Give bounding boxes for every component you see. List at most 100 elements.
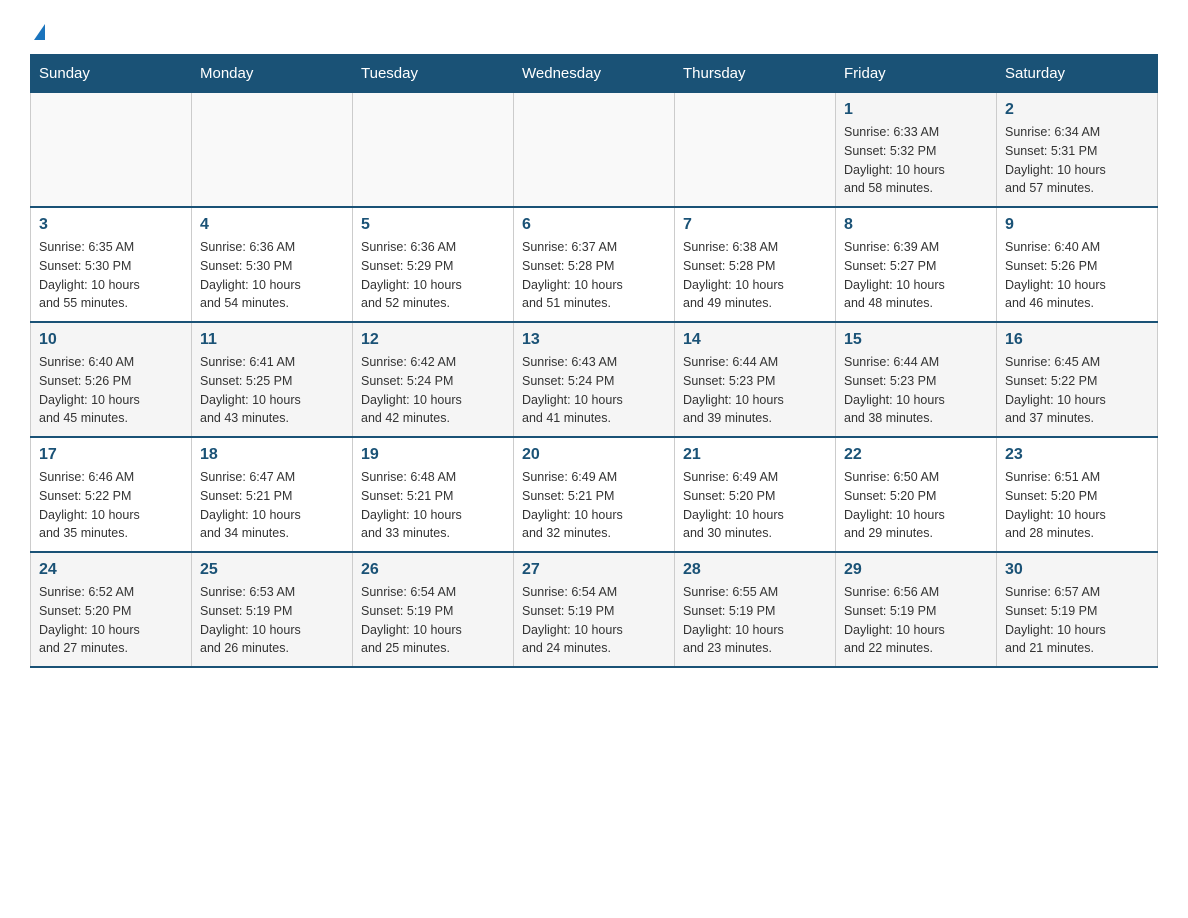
calendar-week-row: 10 Sunrise: 6:40 AMSunset: 5:26 PMDayligh… xyxy=(31,322,1158,437)
day-number: 28 xyxy=(683,561,827,579)
header-cell-thursday: Thursday xyxy=(675,55,836,93)
calendar-cell xyxy=(514,93,675,208)
day-number: 24 xyxy=(39,561,183,579)
day-number: 29 xyxy=(844,561,988,579)
header-cell-tuesday: Tuesday xyxy=(353,55,514,93)
calendar-cell: 24 Sunrise: 6:52 AMSunset: 5:20 PMDayligh… xyxy=(31,552,192,667)
day-number: 25 xyxy=(200,561,344,579)
header-cell-monday: Monday xyxy=(192,55,353,93)
calendar-cell: 11Sunrise: 6:41 AMSunset: 5:25 PMDayligh… xyxy=(192,322,353,437)
calendar-cell xyxy=(192,93,353,208)
calendar-cell: 4 Sunrise: 6:36 AMSunset: 5:30 PMDaylight… xyxy=(192,207,353,322)
day-info: Sunrise: 6:45 AMSunset: 5:22 PMDaylight:… xyxy=(1005,353,1149,428)
day-info: Sunrise: 6:44 AMSunset: 5:23 PMDaylight:… xyxy=(844,353,988,428)
day-info: Sunrise: 6:46 AMSunset: 5:22 PMDaylight:… xyxy=(39,468,183,543)
calendar-cell: 30 Sunrise: 6:57 AMSunset: 5:19 PMDayligh… xyxy=(997,552,1158,667)
calendar-cell: 27 Sunrise: 6:54 AMSunset: 5:19 PMDayligh… xyxy=(514,552,675,667)
calendar-cell: 16 Sunrise: 6:45 AMSunset: 5:22 PMDayligh… xyxy=(997,322,1158,437)
day-number: 3 xyxy=(39,216,183,234)
day-number: 22 xyxy=(844,446,988,464)
day-info: Sunrise: 6:40 AMSunset: 5:26 PMDaylight:… xyxy=(39,353,183,428)
calendar-cell: 8 Sunrise: 6:39 AMSunset: 5:27 PMDaylight… xyxy=(836,207,997,322)
day-number: 12 xyxy=(361,331,505,349)
calendar-cell: 1 Sunrise: 6:33 AMSunset: 5:32 PMDaylight… xyxy=(836,93,997,208)
day-info: Sunrise: 6:50 AMSunset: 5:20 PMDaylight:… xyxy=(844,468,988,543)
calendar-cell: 20 Sunrise: 6:49 AMSunset: 5:21 PMDayligh… xyxy=(514,437,675,552)
day-number: 4 xyxy=(200,216,344,234)
calendar-cell xyxy=(353,93,514,208)
day-info: Sunrise: 6:36 AMSunset: 5:29 PMDaylight:… xyxy=(361,238,505,313)
calendar-cell: 2 Sunrise: 6:34 AMSunset: 5:31 PMDaylight… xyxy=(997,93,1158,208)
day-info: Sunrise: 6:54 AMSunset: 5:19 PMDaylight:… xyxy=(522,583,666,658)
calendar-week-row: 24 Sunrise: 6:52 AMSunset: 5:20 PMDayligh… xyxy=(31,552,1158,667)
day-info: Sunrise: 6:39 AMSunset: 5:27 PMDaylight:… xyxy=(844,238,988,313)
calendar-cell: 23Sunrise: 6:51 AMSunset: 5:20 PMDayligh… xyxy=(997,437,1158,552)
day-info: Sunrise: 6:57 AMSunset: 5:19 PMDaylight:… xyxy=(1005,583,1149,658)
calendar-cell: 14 Sunrise: 6:44 AMSunset: 5:23 PMDayligh… xyxy=(675,322,836,437)
day-number: 7 xyxy=(683,216,827,234)
day-info: Sunrise: 6:49 AMSunset: 5:20 PMDaylight:… xyxy=(683,468,827,543)
calendar-cell xyxy=(31,93,192,208)
day-info: Sunrise: 6:35 AMSunset: 5:30 PMDaylight:… xyxy=(39,238,183,313)
calendar-cell: 12 Sunrise: 6:42 AMSunset: 5:24 PMDayligh… xyxy=(353,322,514,437)
day-info: Sunrise: 6:38 AMSunset: 5:28 PMDaylight:… xyxy=(683,238,827,313)
page-header xyxy=(30,20,1158,34)
header-cell-sunday: Sunday xyxy=(31,55,192,93)
day-number: 21 xyxy=(683,446,827,464)
day-info: Sunrise: 6:42 AMSunset: 5:24 PMDaylight:… xyxy=(361,353,505,428)
day-info: Sunrise: 6:41 AMSunset: 5:25 PMDaylight:… xyxy=(200,353,344,428)
calendar-cell: 10 Sunrise: 6:40 AMSunset: 5:26 PMDayligh… xyxy=(31,322,192,437)
calendar-week-row: 3 Sunrise: 6:35 AMSunset: 5:30 PMDaylight… xyxy=(31,207,1158,322)
day-number: 14 xyxy=(683,331,827,349)
day-info: Sunrise: 6:40 AMSunset: 5:26 PMDaylight:… xyxy=(1005,238,1149,313)
day-number: 16 xyxy=(1005,331,1149,349)
calendar-cell: 15 Sunrise: 6:44 AMSunset: 5:23 PMDayligh… xyxy=(836,322,997,437)
day-number: 9 xyxy=(1005,216,1149,234)
day-number: 17 xyxy=(39,446,183,464)
calendar-cell: 13 Sunrise: 6:43 AMSunset: 5:24 PMDayligh… xyxy=(514,322,675,437)
day-number: 15 xyxy=(844,331,988,349)
calendar-cell: 21 Sunrise: 6:49 AMSunset: 5:20 PMDayligh… xyxy=(675,437,836,552)
day-number: 13 xyxy=(522,331,666,349)
day-info: Sunrise: 6:43 AMSunset: 5:24 PMDaylight:… xyxy=(522,353,666,428)
calendar-table: SundayMondayTuesdayWednesdayThursdayFrid… xyxy=(30,54,1158,668)
day-info: Sunrise: 6:55 AMSunset: 5:19 PMDaylight:… xyxy=(683,583,827,658)
day-info: Sunrise: 6:49 AMSunset: 5:21 PMDaylight:… xyxy=(522,468,666,543)
calendar-cell: 3 Sunrise: 6:35 AMSunset: 5:30 PMDaylight… xyxy=(31,207,192,322)
day-info: Sunrise: 6:51 AMSunset: 5:20 PMDaylight:… xyxy=(1005,468,1149,543)
day-number: 6 xyxy=(522,216,666,234)
day-info: Sunrise: 6:36 AMSunset: 5:30 PMDaylight:… xyxy=(200,238,344,313)
day-info: Sunrise: 6:34 AMSunset: 5:31 PMDaylight:… xyxy=(1005,123,1149,198)
day-number: 5 xyxy=(361,216,505,234)
day-number: 2 xyxy=(1005,101,1149,119)
calendar-cell xyxy=(675,93,836,208)
day-info: Sunrise: 6:47 AMSunset: 5:21 PMDaylight:… xyxy=(200,468,344,543)
logo xyxy=(30,20,45,34)
day-info: Sunrise: 6:54 AMSunset: 5:19 PMDaylight:… xyxy=(361,583,505,658)
calendar-cell: 18 Sunrise: 6:47 AMSunset: 5:21 PMDayligh… xyxy=(192,437,353,552)
calendar-cell: 17 Sunrise: 6:46 AMSunset: 5:22 PMDayligh… xyxy=(31,437,192,552)
day-number: 27 xyxy=(522,561,666,579)
day-number: 10 xyxy=(39,331,183,349)
day-number: 8 xyxy=(844,216,988,234)
calendar-cell: 19Sunrise: 6:48 AMSunset: 5:21 PMDayligh… xyxy=(353,437,514,552)
day-info: Sunrise: 6:52 AMSunset: 5:20 PMDaylight:… xyxy=(39,583,183,658)
day-number: 18 xyxy=(200,446,344,464)
day-info: Sunrise: 6:33 AMSunset: 5:32 PMDaylight:… xyxy=(844,123,988,198)
day-info: Sunrise: 6:56 AMSunset: 5:19 PMDaylight:… xyxy=(844,583,988,658)
calendar-cell: 5 Sunrise: 6:36 AMSunset: 5:29 PMDaylight… xyxy=(353,207,514,322)
day-number: 30 xyxy=(1005,561,1149,579)
day-info: Sunrise: 6:44 AMSunset: 5:23 PMDaylight:… xyxy=(683,353,827,428)
day-info: Sunrise: 6:37 AMSunset: 5:28 PMDaylight:… xyxy=(522,238,666,313)
header-cell-wednesday: Wednesday xyxy=(514,55,675,93)
day-info: Sunrise: 6:53 AMSunset: 5:19 PMDaylight:… xyxy=(200,583,344,658)
day-number: 1 xyxy=(844,101,988,119)
day-number: 20 xyxy=(522,446,666,464)
calendar-cell: 28 Sunrise: 6:55 AMSunset: 5:19 PMDayligh… xyxy=(675,552,836,667)
day-number: 26 xyxy=(361,561,505,579)
calendar-cell: 22 Sunrise: 6:50 AMSunset: 5:20 PMDayligh… xyxy=(836,437,997,552)
calendar-cell: 6 Sunrise: 6:37 AMSunset: 5:28 PMDaylight… xyxy=(514,207,675,322)
calendar-week-row: 17 Sunrise: 6:46 AMSunset: 5:22 PMDayligh… xyxy=(31,437,1158,552)
calendar-cell: 25 Sunrise: 6:53 AMSunset: 5:19 PMDayligh… xyxy=(192,552,353,667)
calendar-body: 1 Sunrise: 6:33 AMSunset: 5:32 PMDaylight… xyxy=(31,93,1158,668)
